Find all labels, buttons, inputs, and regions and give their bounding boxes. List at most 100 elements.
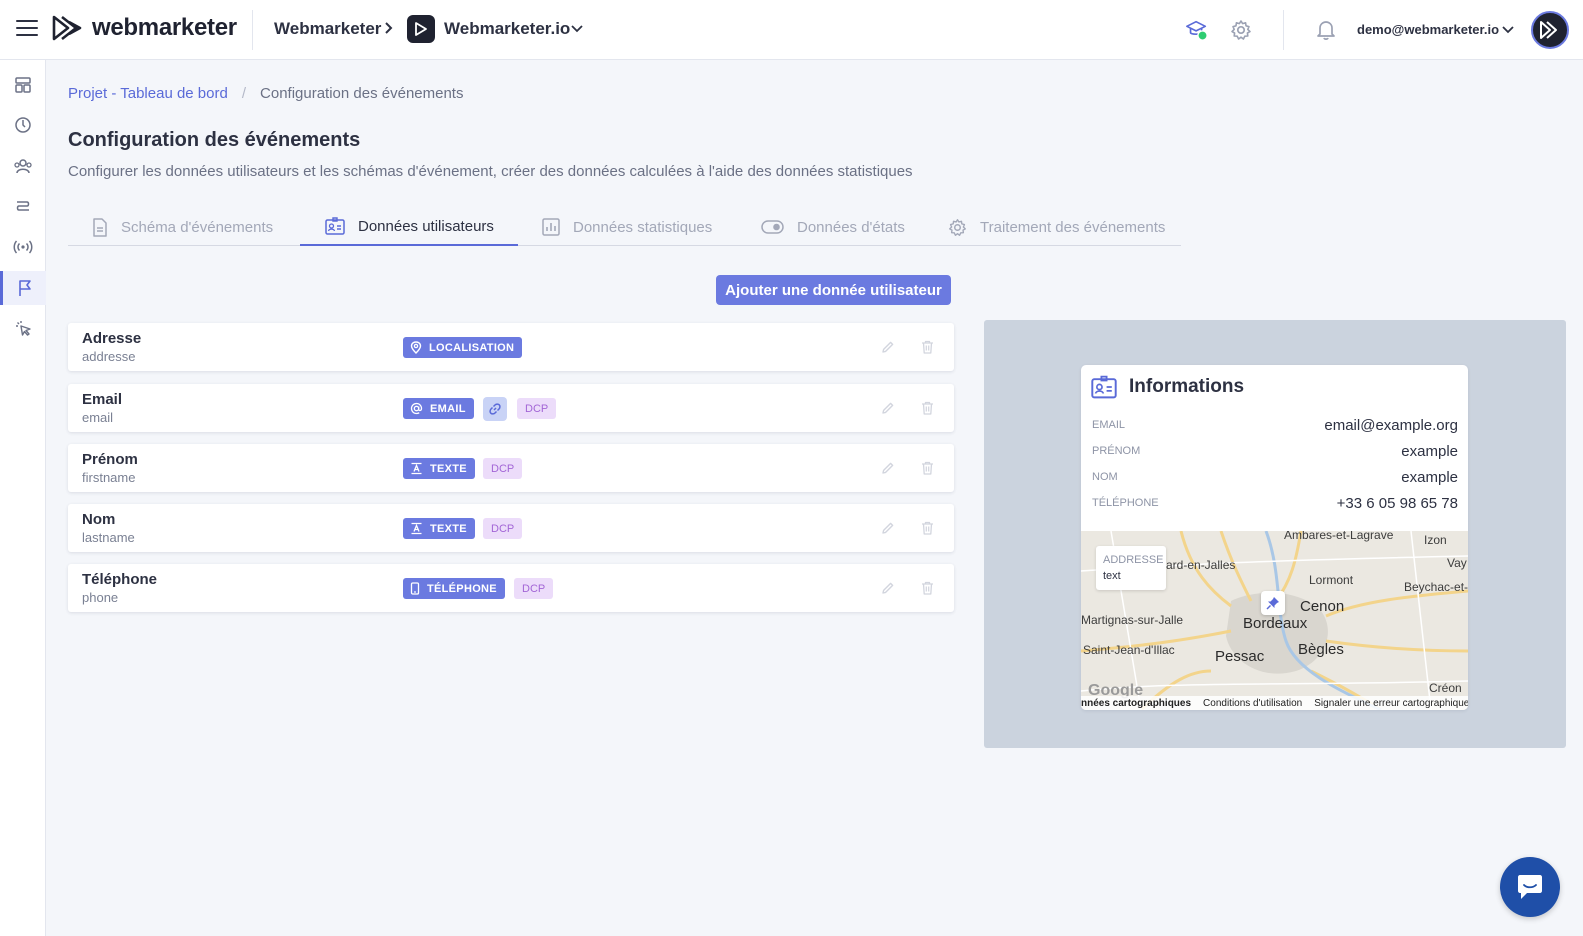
user-data-key: phone <box>82 590 119 605</box>
tab-state-data[interactable]: Données d'états <box>761 208 905 246</box>
routes-icon <box>16 201 30 211</box>
tab-event-schema[interactable]: Schéma d'événements <box>92 208 273 246</box>
menu-icon[interactable] <box>16 20 38 38</box>
map-place-label: Ambares-et-Lagrave <box>1284 531 1394 542</box>
info-value: example <box>1401 469 1458 486</box>
id-card-icon <box>325 217 345 235</box>
map-place-label: Cenon <box>1300 598 1345 615</box>
preview-panel: Informations EMAIL email@example.org PRÉ… <box>984 320 1566 748</box>
info-label: EMAIL <box>1092 419 1126 431</box>
tab-statistical-data[interactable]: Données statistiques <box>542 208 712 246</box>
tab-label: Données utilisateurs <box>358 217 494 235</box>
brand-name: webmarketer <box>92 14 237 41</box>
edit-icon[interactable] <box>879 579 897 597</box>
top-bar: webmarketer Webmarketer Webmarketer.io d… <box>0 0 1583 60</box>
breadcrumb-parent-link[interactable]: Projet - Tableau de bord <box>68 85 228 102</box>
edit-icon[interactable] <box>879 338 897 356</box>
map-report-link[interactable]: Signaler une erreur cartographique <box>1314 698 1468 709</box>
text-icon <box>411 462 422 475</box>
id-card-icon <box>1091 375 1117 399</box>
chevron-down-icon[interactable] <box>570 22 584 36</box>
bar-chart-icon <box>542 218 560 236</box>
organization-name[interactable]: Webmarketer <box>274 19 381 39</box>
tab-event-processing[interactable]: Traitement des événements <box>948 208 1165 246</box>
user-menu[interactable]: demo@webmarketer.io <box>1357 22 1499 37</box>
user-data-row: Téléphone phone TÉLÉPHONE DCP <box>68 564 954 612</box>
trash-icon[interactable] <box>918 399 936 417</box>
type-badge: LOCALISATION <box>403 337 523 358</box>
breadcrumb: Projet - Tableau de bord / Configuration… <box>68 85 463 102</box>
sidebar-item-dashboard[interactable] <box>0 68 46 102</box>
edit-icon[interactable] <box>879 399 897 417</box>
map-place-label: Créon <box>1429 681 1462 695</box>
map-pin-icon[interactable] <box>1261 591 1285 615</box>
bell-icon[interactable] <box>1314 18 1338 42</box>
trash-icon[interactable] <box>918 519 936 537</box>
map-data-link[interactable]: nnées cartographiques <box>1081 698 1191 709</box>
map-place-label: Vay <box>1447 556 1467 570</box>
info-value: email@example.org <box>1324 417 1458 434</box>
settings-icon[interactable] <box>1229 18 1253 42</box>
user-data-row: Adresse addresse LOCALISATION <box>68 323 954 371</box>
type-badge: TEXTE <box>403 518 475 539</box>
sidebar-item-performance[interactable] <box>0 108 46 142</box>
sidebar <box>0 60 46 936</box>
user-data-name: Email <box>82 391 123 408</box>
trash-icon[interactable] <box>918 338 936 356</box>
user-data-name: Nom <box>82 511 116 528</box>
map-place-label: Beychac-et-Cailla <box>1404 580 1468 594</box>
map-place-label: Pessac <box>1215 648 1265 665</box>
sidebar-item-routes[interactable] <box>0 189 46 223</box>
info-label: TÉLÉPHONE <box>1092 497 1159 509</box>
add-user-data-button[interactable]: Ajouter une donnée utilisateur <box>716 275 951 305</box>
type-badge: TÉLÉPHONE <box>403 578 505 599</box>
map-popup-label: ADDRESSE <box>1103 554 1164 566</box>
sidebar-item-audiences[interactable] <box>0 149 46 183</box>
user-data-key: firstname <box>82 470 136 485</box>
dashboard-icon <box>15 77 31 93</box>
chat-bubble-icon <box>1518 875 1542 899</box>
project-selector[interactable]: Webmarketer.io <box>444 19 570 39</box>
sidebar-item-tracking[interactable] <box>0 230 46 264</box>
map-place-label: ard-en-Jalles <box>1166 558 1236 572</box>
location-pin-icon <box>410 341 422 354</box>
tab-label: Schéma d'événements <box>121 218 274 236</box>
chat-button[interactable] <box>1500 857 1560 917</box>
flag-icon <box>18 280 31 296</box>
info-row: EMAIL email@example.org <box>1092 417 1458 439</box>
type-badge: EMAIL <box>403 398 474 419</box>
dcp-badge: DCP <box>514 578 554 599</box>
brand-logo[interactable]: webmarketer <box>52 14 237 42</box>
tab-label: Traitement des événements <box>980 218 1166 236</box>
project-logo <box>407 15 435 43</box>
map-terms-link[interactable]: Conditions d'utilisation <box>1203 698 1302 709</box>
academy-icon[interactable] <box>1185 18 1209 42</box>
map-place-label: Bègles <box>1298 641 1344 658</box>
dcp-badge: DCP <box>483 458 523 479</box>
avatar[interactable] <box>1531 11 1569 49</box>
user-data-row: Nom lastname TEXTE DCP <box>68 504 954 552</box>
link-icon[interactable] <box>483 397 507 421</box>
info-card: Informations EMAIL email@example.org PRÉ… <box>1081 365 1468 710</box>
pointer-click-icon <box>16 321 31 336</box>
edit-icon[interactable] <box>879 459 897 477</box>
info-value: example <box>1401 443 1458 460</box>
chevron-down-icon[interactable] <box>1501 23 1515 37</box>
type-label: TEXTE <box>430 522 467 535</box>
user-data-row: Prénom firstname TEXTE DCP <box>68 444 954 492</box>
trash-icon[interactable] <box>918 579 936 597</box>
edit-icon[interactable] <box>879 519 897 537</box>
sidebar-item-events[interactable] <box>0 271 46 305</box>
document-icon <box>93 217 107 237</box>
type-label: LOCALISATION <box>429 341 515 354</box>
map-place-label: Lormont <box>1309 573 1354 587</box>
address-map[interactable]: Ambares-et-Lagrave Izon ard-en-Jalles Va… <box>1081 531 1468 710</box>
trash-icon[interactable] <box>918 459 936 477</box>
type-badge: TEXTE <box>403 458 475 479</box>
breadcrumb-separator: / <box>241 85 247 102</box>
page-description: Configurer les données utilisateurs et l… <box>68 163 913 180</box>
sidebar-item-clicks[interactable] <box>0 311 46 345</box>
divider <box>1283 10 1284 50</box>
tab-user-data[interactable]: Données utilisateurs <box>300 208 518 246</box>
gear-icon <box>949 218 966 236</box>
